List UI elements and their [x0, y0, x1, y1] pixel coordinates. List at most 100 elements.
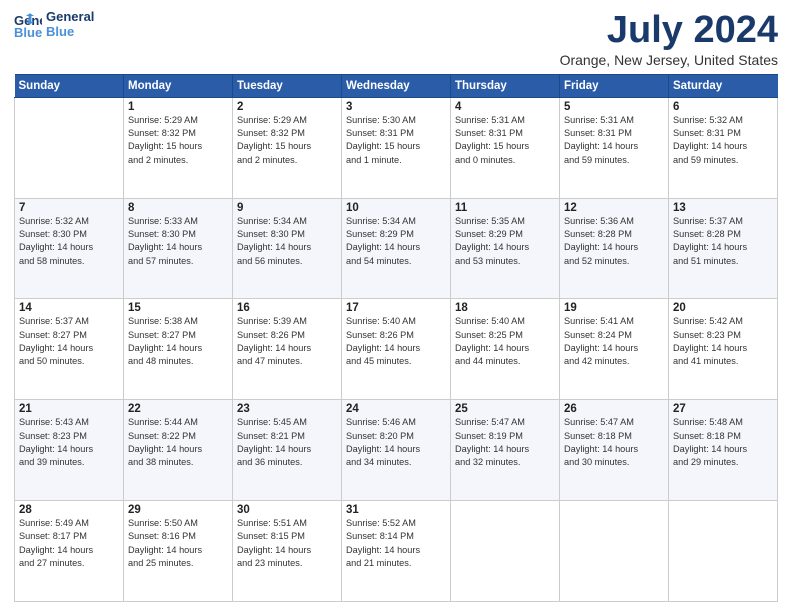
day-info: Sunrise: 5:47 AM Sunset: 8:19 PM Dayligh… [455, 416, 555, 469]
day-info: Sunrise: 5:31 AM Sunset: 8:31 PM Dayligh… [455, 114, 555, 167]
day-cell: 3Sunrise: 5:30 AM Sunset: 8:31 PM Daylig… [342, 97, 451, 198]
day-info: Sunrise: 5:32 AM Sunset: 8:31 PM Dayligh… [673, 114, 773, 167]
day-cell: 31Sunrise: 5:52 AM Sunset: 8:14 PM Dayli… [342, 501, 451, 602]
day-info: Sunrise: 5:40 AM Sunset: 8:25 PM Dayligh… [455, 315, 555, 368]
day-cell: 6Sunrise: 5:32 AM Sunset: 8:31 PM Daylig… [669, 97, 778, 198]
day-info: Sunrise: 5:30 AM Sunset: 8:31 PM Dayligh… [346, 114, 446, 167]
day-number: 16 [237, 302, 337, 314]
calendar-page: General Blue General Blue July 2024 Oran… [0, 0, 792, 612]
week-row-3: 14Sunrise: 5:37 AM Sunset: 8:27 PM Dayli… [15, 299, 778, 400]
title-block: July 2024 Orange, New Jersey, United Sta… [560, 10, 778, 68]
weekday-header-wednesday: Wednesday [342, 74, 451, 97]
svg-text:Blue: Blue [14, 25, 42, 39]
day-number: 19 [564, 302, 664, 314]
day-info: Sunrise: 5:46 AM Sunset: 8:20 PM Dayligh… [346, 416, 446, 469]
header: General Blue General Blue July 2024 Oran… [14, 10, 778, 68]
day-cell: 20Sunrise: 5:42 AM Sunset: 8:23 PM Dayli… [669, 299, 778, 400]
day-number: 3 [346, 101, 446, 113]
day-cell: 26Sunrise: 5:47 AM Sunset: 8:18 PM Dayli… [560, 400, 669, 501]
day-info: Sunrise: 5:29 AM Sunset: 8:32 PM Dayligh… [237, 114, 337, 167]
day-info: Sunrise: 5:49 AM Sunset: 8:17 PM Dayligh… [19, 517, 119, 570]
day-info: Sunrise: 5:47 AM Sunset: 8:18 PM Dayligh… [564, 416, 664, 469]
day-number: 5 [564, 101, 664, 113]
day-number: 31 [346, 504, 446, 516]
weekday-header-sunday: Sunday [15, 74, 124, 97]
day-number: 26 [564, 403, 664, 415]
day-number: 14 [19, 302, 119, 314]
day-number: 24 [346, 403, 446, 415]
day-cell: 12Sunrise: 5:36 AM Sunset: 8:28 PM Dayli… [560, 198, 669, 299]
day-info: Sunrise: 5:34 AM Sunset: 8:30 PM Dayligh… [237, 215, 337, 268]
week-row-5: 28Sunrise: 5:49 AM Sunset: 8:17 PM Dayli… [15, 501, 778, 602]
day-info: Sunrise: 5:36 AM Sunset: 8:28 PM Dayligh… [564, 215, 664, 268]
weekday-header-thursday: Thursday [451, 74, 560, 97]
day-info: Sunrise: 5:44 AM Sunset: 8:22 PM Dayligh… [128, 416, 228, 469]
day-cell: 5Sunrise: 5:31 AM Sunset: 8:31 PM Daylig… [560, 97, 669, 198]
day-info: Sunrise: 5:50 AM Sunset: 8:16 PM Dayligh… [128, 517, 228, 570]
day-info: Sunrise: 5:52 AM Sunset: 8:14 PM Dayligh… [346, 517, 446, 570]
day-number: 1 [128, 101, 228, 113]
day-number: 2 [237, 101, 337, 113]
day-info: Sunrise: 5:43 AM Sunset: 8:23 PM Dayligh… [19, 416, 119, 469]
week-row-4: 21Sunrise: 5:43 AM Sunset: 8:23 PM Dayli… [15, 400, 778, 501]
day-cell: 10Sunrise: 5:34 AM Sunset: 8:29 PM Dayli… [342, 198, 451, 299]
day-cell: 19Sunrise: 5:41 AM Sunset: 8:24 PM Dayli… [560, 299, 669, 400]
weekday-header-friday: Friday [560, 74, 669, 97]
day-number: 17 [346, 302, 446, 314]
day-info: Sunrise: 5:40 AM Sunset: 8:26 PM Dayligh… [346, 315, 446, 368]
week-row-2: 7Sunrise: 5:32 AM Sunset: 8:30 PM Daylig… [15, 198, 778, 299]
day-info: Sunrise: 5:37 AM Sunset: 8:28 PM Dayligh… [673, 215, 773, 268]
day-info: Sunrise: 5:51 AM Sunset: 8:15 PM Dayligh… [237, 517, 337, 570]
calendar-table: SundayMondayTuesdayWednesdayThursdayFrid… [14, 74, 778, 602]
day-number: 6 [673, 101, 773, 113]
day-number: 23 [237, 403, 337, 415]
day-info: Sunrise: 5:45 AM Sunset: 8:21 PM Dayligh… [237, 416, 337, 469]
day-cell: 15Sunrise: 5:38 AM Sunset: 8:27 PM Dayli… [124, 299, 233, 400]
day-cell: 24Sunrise: 5:46 AM Sunset: 8:20 PM Dayli… [342, 400, 451, 501]
day-cell: 16Sunrise: 5:39 AM Sunset: 8:26 PM Dayli… [233, 299, 342, 400]
day-info: Sunrise: 5:48 AM Sunset: 8:18 PM Dayligh… [673, 416, 773, 469]
day-cell: 2Sunrise: 5:29 AM Sunset: 8:32 PM Daylig… [233, 97, 342, 198]
day-info: Sunrise: 5:42 AM Sunset: 8:23 PM Dayligh… [673, 315, 773, 368]
day-number: 21 [19, 403, 119, 415]
day-number: 8 [128, 202, 228, 214]
day-cell: 28Sunrise: 5:49 AM Sunset: 8:17 PM Dayli… [15, 501, 124, 602]
logo-general: General [46, 10, 94, 25]
logo: General Blue General Blue [14, 10, 94, 40]
day-info: Sunrise: 5:41 AM Sunset: 8:24 PM Dayligh… [564, 315, 664, 368]
day-cell: 8Sunrise: 5:33 AM Sunset: 8:30 PM Daylig… [124, 198, 233, 299]
day-number: 11 [455, 202, 555, 214]
day-number: 22 [128, 403, 228, 415]
weekday-header-saturday: Saturday [669, 74, 778, 97]
day-number: 12 [564, 202, 664, 214]
weekday-header-row: SundayMondayTuesdayWednesdayThursdayFrid… [15, 74, 778, 97]
day-cell: 21Sunrise: 5:43 AM Sunset: 8:23 PM Dayli… [15, 400, 124, 501]
day-cell: 27Sunrise: 5:48 AM Sunset: 8:18 PM Dayli… [669, 400, 778, 501]
day-number: 7 [19, 202, 119, 214]
day-cell: 11Sunrise: 5:35 AM Sunset: 8:29 PM Dayli… [451, 198, 560, 299]
day-number: 29 [128, 504, 228, 516]
day-cell: 14Sunrise: 5:37 AM Sunset: 8:27 PM Dayli… [15, 299, 124, 400]
day-cell: 29Sunrise: 5:50 AM Sunset: 8:16 PM Dayli… [124, 501, 233, 602]
day-number: 9 [237, 202, 337, 214]
day-cell [669, 501, 778, 602]
day-cell: 9Sunrise: 5:34 AM Sunset: 8:30 PM Daylig… [233, 198, 342, 299]
day-number: 25 [455, 403, 555, 415]
day-number: 27 [673, 403, 773, 415]
day-cell [15, 97, 124, 198]
day-number: 4 [455, 101, 555, 113]
day-info: Sunrise: 5:34 AM Sunset: 8:29 PM Dayligh… [346, 215, 446, 268]
day-cell: 23Sunrise: 5:45 AM Sunset: 8:21 PM Dayli… [233, 400, 342, 501]
weekday-header-monday: Monday [124, 74, 233, 97]
location: Orange, New Jersey, United States [560, 52, 778, 68]
week-row-1: 1 Sunrise: 5:29 AM Sunset: 8:32 PM Daylig… [15, 97, 778, 198]
logo-icon: General Blue [14, 11, 42, 39]
day-number: 10 [346, 202, 446, 214]
day-number: 30 [237, 504, 337, 516]
day-info: Sunrise: 5:38 AM Sunset: 8:27 PM Dayligh… [128, 315, 228, 368]
day-number: 13 [673, 202, 773, 214]
day-info: Sunrise: 5:33 AM Sunset: 8:30 PM Dayligh… [128, 215, 228, 268]
day-number: 15 [128, 302, 228, 314]
day-info: Sunrise: 5:32 AM Sunset: 8:30 PM Dayligh… [19, 215, 119, 268]
day-cell: 22Sunrise: 5:44 AM Sunset: 8:22 PM Dayli… [124, 400, 233, 501]
